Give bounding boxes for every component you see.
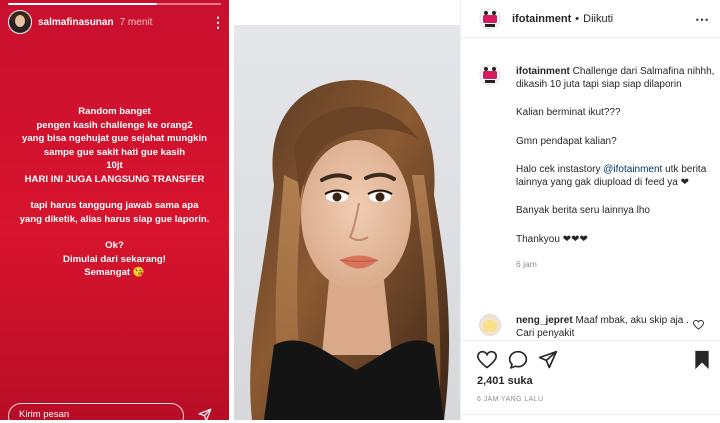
post-timestamp: 6 JAM YANG LALU bbox=[477, 396, 544, 403]
post-author-username[interactable]: ifotainment bbox=[512, 13, 571, 25]
story-progress-bar bbox=[8, 3, 221, 5]
story-line: Dimulai dari sekarang! bbox=[63, 253, 166, 265]
story-line: Semangat 😘 bbox=[84, 267, 145, 278]
more-horizontal-icon[interactable]: ⋯ bbox=[695, 11, 709, 28]
story-line: yang bisa ngehujat gue sejahat mungkin bbox=[22, 133, 207, 144]
story-line: yang diketik, alias harus siap gue lapor… bbox=[19, 213, 210, 225]
caption-text-fragment: Halo cek instastory bbox=[516, 164, 604, 175]
story-line: Random banget bbox=[78, 106, 151, 117]
brand-logo-avatar[interactable] bbox=[479, 8, 501, 30]
share-icon[interactable] bbox=[538, 350, 558, 370]
comment-like-icon[interactable] bbox=[693, 320, 704, 330]
story-progress-fill bbox=[8, 3, 158, 5]
caption-paragraph: Thankyou ❤❤❤ bbox=[516, 233, 588, 245]
story-text-block: Random banget pengen kasih challenge ke o… bbox=[8, 105, 221, 280]
more-vertical-icon[interactable]: ⋮ bbox=[211, 15, 225, 29]
story-line: sampe gue sakit hati gue kasih bbox=[43, 146, 186, 158]
story-username[interactable]: salmafinasunan bbox=[38, 17, 114, 28]
story-line: tapi harus tanggung jawab sama apa bbox=[30, 200, 199, 211]
caption-paragraph: Gmn pendapat kalian? bbox=[516, 135, 617, 147]
caption-timestamp: 6 jam bbox=[516, 259, 537, 269]
portrait-image bbox=[234, 25, 460, 420]
comment-icon[interactable] bbox=[508, 350, 528, 370]
story-line: Ok? bbox=[105, 240, 124, 251]
story-line-gap bbox=[8, 226, 221, 239]
post-header: ifotainment • Diikuti ⋯ bbox=[461, 0, 720, 38]
add-comment-row[interactable] bbox=[461, 414, 720, 423]
instagram-story: salmafinasunan 7 menit ⋮ Random banget pe… bbox=[0, 0, 229, 420]
story-avatar[interactable] bbox=[8, 10, 32, 34]
caption-username[interactable]: ifotainment bbox=[516, 66, 570, 77]
comment-username[interactable]: neng_jepret bbox=[516, 315, 573, 326]
story-line: pengen kasih challenge ke orang2 bbox=[36, 119, 193, 131]
header-separator: • bbox=[575, 12, 580, 25]
comment-avatar[interactable] bbox=[479, 314, 501, 336]
caption-paragraph: Banyak berita seru lainnya lho bbox=[516, 205, 650, 216]
post-photo[interactable] bbox=[234, 25, 460, 420]
caption-paragraph: Kalian berminat ikut??? bbox=[516, 107, 621, 118]
story-line: 10jt bbox=[106, 160, 123, 171]
story-line: HARI INI JUGA LANGSUNG TRANSFER bbox=[24, 173, 205, 185]
send-icon[interactable] bbox=[198, 408, 212, 420]
story-header: salmafinasunan 7 menit ⋮ bbox=[8, 9, 225, 35]
post-panel: ifotainment • Diikuti ⋯ ifotainment Chal… bbox=[460, 0, 720, 420]
like-count[interactable]: 2,401 suka bbox=[477, 375, 533, 387]
story-reply-input[interactable]: Kirim pesan bbox=[8, 403, 184, 420]
follow-status-button[interactable]: Diikuti bbox=[583, 13, 613, 25]
caption-author-avatar[interactable] bbox=[479, 64, 501, 86]
post-actions: 2,401 suka 6 JAM YANG LALU bbox=[461, 340, 720, 421]
story-line-gap bbox=[8, 186, 221, 199]
story-timestamp: 7 menit bbox=[119, 16, 153, 28]
comment-text: neng_jepret Maaf mbak, aku skip aja . Ca… bbox=[516, 315, 696, 338]
heart-icon[interactable] bbox=[477, 350, 497, 370]
mention-link[interactable]: @ifotainment bbox=[603, 164, 662, 175]
caption-area: ifotainment Challenge dari Salmafina nih… bbox=[461, 60, 720, 305]
bookmark-icon[interactable] bbox=[693, 350, 711, 370]
caption-text: ifotainment Challenge dari Salmafina nih… bbox=[516, 66, 716, 271]
comment-row: neng_jepret Maaf mbak, aku skip aja . Ca… bbox=[461, 312, 720, 338]
